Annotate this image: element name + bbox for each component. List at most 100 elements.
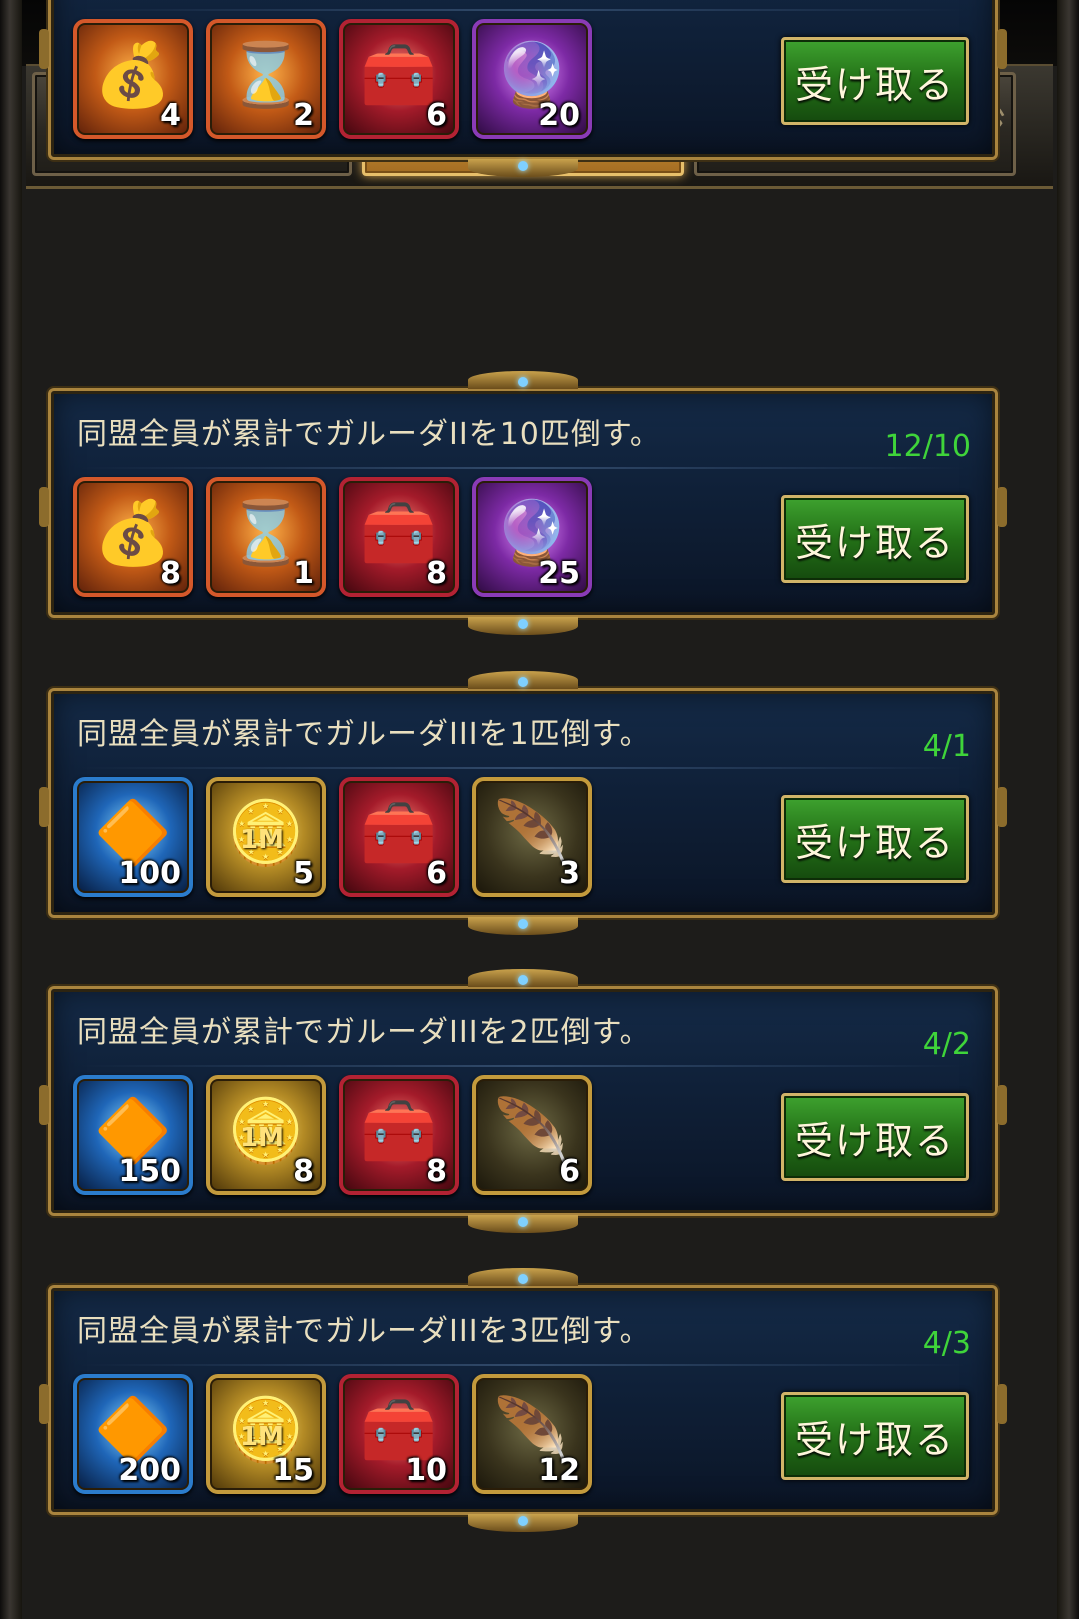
mission-card: 同盟全員が累計でガルーダIIを10匹倒す。 12/10 💰 8 ⌛ 1 🧰 8 🔮 25 受け取る xyxy=(39,371,1007,635)
reward-item[interactable]: 💰 4 xyxy=(73,19,193,139)
reward-tag: 1M xyxy=(240,1123,284,1153)
card-gem-top xyxy=(518,1274,528,1284)
reward-item[interactable]: 🔮 25 xyxy=(472,477,592,597)
reward-count: 2 xyxy=(293,98,314,133)
reward-count: 1 xyxy=(293,556,314,591)
reward-count: 15 xyxy=(272,1453,314,1488)
reward-item[interactable]: 🧰 10 xyxy=(339,1374,459,1494)
reward-count: 6 xyxy=(559,1154,580,1189)
reward-count: 8 xyxy=(426,556,447,591)
frame-right xyxy=(1057,0,1079,1619)
reward-count: 6 xyxy=(426,856,447,891)
reward-count: 6 xyxy=(426,98,447,133)
reward-item[interactable]: ⌛ 2 xyxy=(206,19,326,139)
mission-task: 同盟全員が累計でガルーダIIIを2匹倒す。 xyxy=(77,1015,651,1050)
reward-list: 🔶 100 🪙 1M 5 🧰 6 🪶 3 xyxy=(73,777,592,897)
card-gem-top xyxy=(518,377,528,387)
reward-tag: 1M xyxy=(240,825,284,855)
reward-count: 8 xyxy=(293,1154,314,1189)
mission-progress: 4/2 xyxy=(922,1027,971,1062)
claim-button[interactable]: 受け取る xyxy=(781,1392,969,1480)
reward-count: 4 xyxy=(160,98,181,133)
card-side-ornament xyxy=(39,1384,49,1424)
reward-list: 🔶 200 🪙 1M 15 🧰 10 🪶 12 xyxy=(73,1374,592,1494)
claim-button[interactable]: 受け取る xyxy=(781,1093,969,1181)
reward-list: 🔶 150 🪙 1M 8 🧰 8 🪶 6 xyxy=(73,1075,592,1195)
reward-count: 5 xyxy=(293,856,314,891)
scales-icon: 🪶 xyxy=(493,1392,571,1466)
gem-bag-icon: 💰 xyxy=(94,495,172,569)
mission-progress: 4/3 xyxy=(922,1326,971,1361)
reward-count: 8 xyxy=(426,1154,447,1189)
mission-task: 同盟全員が累計でガルーダIIを10匹倒す。 xyxy=(77,417,661,452)
reward-count: 8 xyxy=(160,556,181,591)
reward-count: 20 xyxy=(538,98,580,133)
reward-count: 10 xyxy=(405,1453,447,1488)
scales-icon: 🪶 xyxy=(493,795,571,869)
reward-item[interactable]: 🪶 6 xyxy=(472,1075,592,1195)
card-side-ornament xyxy=(39,1085,49,1125)
reward-count: 12 xyxy=(538,1453,580,1488)
treasure-chest-icon: 🧰 xyxy=(360,1392,438,1466)
card-gem-top xyxy=(518,677,528,687)
claim-button[interactable]: 受け取る xyxy=(781,795,969,883)
reward-item[interactable]: 🧰 8 xyxy=(339,477,459,597)
card-gem-bottom xyxy=(518,1217,528,1227)
card-side-ornament xyxy=(39,487,49,527)
mission-task: 同盟全員が累計でガルーダIIIを3匹倒す。 xyxy=(77,1314,651,1349)
reward-list: 💰 4 ⌛ 2 🧰 6 🔮 20 xyxy=(73,19,592,139)
reward-item[interactable]: 🧰 6 xyxy=(339,19,459,139)
reward-item[interactable]: 🪙 1M 15 xyxy=(206,1374,326,1494)
orange-crystal-icon: 🔶 xyxy=(94,795,172,869)
treasure-chest-icon: 🧰 xyxy=(360,795,438,869)
treasure-chest-icon: 🧰 xyxy=(360,495,438,569)
reward-item[interactable]: 🪙 1M 5 xyxy=(206,777,326,897)
mission-progress: 4/1 xyxy=(922,729,971,764)
card-side-ornament xyxy=(997,29,1007,69)
reward-count: 150 xyxy=(118,1154,181,1189)
dragon-orb-icon: 🔮 xyxy=(493,495,571,569)
reward-count: 25 xyxy=(538,556,580,591)
dragon-orb-icon: 🔮 xyxy=(493,37,571,111)
mission-task: 同盟全員が累計でガルーダIIIを1匹倒す。 xyxy=(77,717,651,752)
reward-item[interactable]: 🪶 3 xyxy=(472,777,592,897)
card-gem-top xyxy=(518,975,528,985)
card-gem-bottom xyxy=(518,919,528,929)
scales-icon: 🪶 xyxy=(493,1093,571,1167)
card-side-ornament xyxy=(997,1384,1007,1424)
reward-item[interactable]: 🧰 8 xyxy=(339,1075,459,1195)
hourglass-icon: ⌛ xyxy=(227,495,305,569)
card-side-ornament xyxy=(997,487,1007,527)
reward-item[interactable]: 🪶 12 xyxy=(472,1374,592,1494)
reward-count: 100 xyxy=(118,856,181,891)
card-side-ornament xyxy=(997,1085,1007,1125)
gem-bag-icon: 💰 xyxy=(94,37,172,111)
reward-item[interactable]: 🔮 20 xyxy=(472,19,592,139)
orange-crystal-icon: 🔶 xyxy=(94,1392,172,1466)
reward-item[interactable]: 🧰 6 xyxy=(339,777,459,897)
mission-card: 同盟全員が累計でガルーダIIIを3匹倒す。 4/3 🔶 200 🪙 1M 15 🧰 10 🪶 12 受… xyxy=(39,1268,1007,1532)
reward-tag: 1M xyxy=(240,1422,284,1452)
reward-item[interactable]: 💰 8 xyxy=(73,477,193,597)
mission-card: 同盟全員が累計でガルーダIIIを2匹倒す。 4/2 🔶 150 🪙 1M 8 🧰 8 🪶 6 受け取る xyxy=(39,969,1007,1233)
card-gem-bottom xyxy=(518,619,528,629)
reward-item[interactable]: 🔶 100 xyxy=(73,777,193,897)
card-side-ornament xyxy=(39,787,49,827)
treasure-chest-icon: 🧰 xyxy=(360,37,438,111)
hourglass-icon: ⌛ xyxy=(227,37,305,111)
mission-card: 💰 4 ⌛ 2 🧰 6 🔮 20 受け取る xyxy=(39,0,1007,177)
treasure-chest-icon: 🧰 xyxy=(360,1093,438,1167)
reward-item[interactable]: 🔶 200 xyxy=(73,1374,193,1494)
reward-list: 💰 8 ⌛ 1 🧰 8 🔮 25 xyxy=(73,477,592,597)
reward-count: 3 xyxy=(559,856,580,891)
mission-card: 同盟全員が累計でガルーダIIIを1匹倒す。 4/1 🔶 100 🪙 1M 5 🧰 6 🪶 3 受け取る xyxy=(39,671,1007,935)
claim-button[interactable]: 受け取る xyxy=(781,37,969,125)
mission-progress: 12/10 xyxy=(884,429,971,464)
card-gem-bottom xyxy=(518,1516,528,1526)
reward-item[interactable]: 🔶 150 xyxy=(73,1075,193,1195)
reward-item[interactable]: ⌛ 1 xyxy=(206,477,326,597)
orange-crystal-icon: 🔶 xyxy=(94,1093,172,1167)
card-side-ornament xyxy=(39,29,49,69)
reward-item[interactable]: 🪙 1M 8 xyxy=(206,1075,326,1195)
claim-button[interactable]: 受け取る xyxy=(781,495,969,583)
